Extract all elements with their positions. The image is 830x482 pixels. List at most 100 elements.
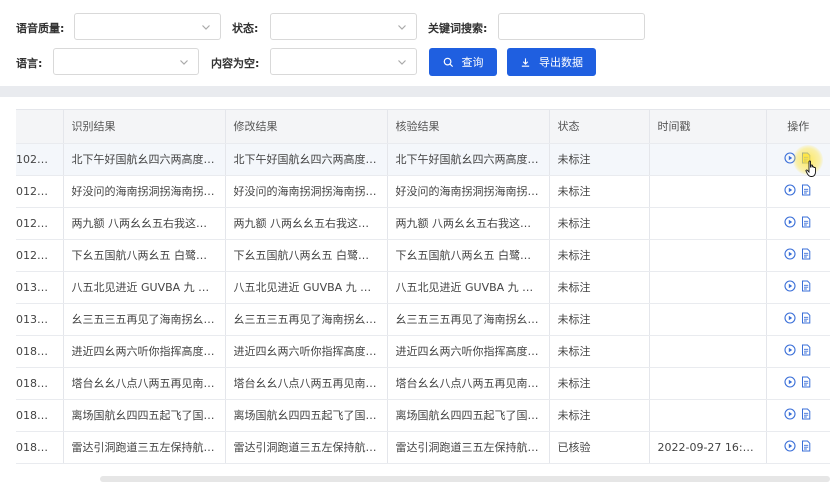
play-button[interactable] xyxy=(784,375,796,388)
table-row[interactable]: 01211… 下幺五国航八两幺五 白鹭八… 下幺五国航八两幺五 白鹭八… 下幺五国航八… xyxy=(16,239,830,272)
column-header-modified: 修改结果 xyxy=(225,110,388,144)
empty-content-select[interactable] xyxy=(270,48,417,75)
play-button[interactable] xyxy=(784,311,796,324)
play-circle-icon xyxy=(784,279,796,292)
edit-button[interactable] xyxy=(800,248,812,260)
table-row[interactable]: 01313… 幺三五三五再见了海南拐幺八… 幺三五三五再见了海南拐幺八… 幺三五三五再… xyxy=(16,303,830,336)
cell-verified: 八五北见进近 GUVBA 九 Zul… xyxy=(387,271,550,304)
play-button[interactable] xyxy=(784,439,796,452)
cell-timestamp xyxy=(649,175,767,208)
cell-modified: 幺三五三五再见了海南拐幺八… xyxy=(225,303,388,336)
keyword-input-field[interactable] xyxy=(499,14,644,39)
table-row[interactable]: 01810… 雷达引洞跑道三五左保持航向… 雷达引洞跑道三五左保持航向… 雷达引洞跑道… xyxy=(16,431,830,464)
chevron-down-icon xyxy=(180,60,188,65)
cell-status: 未标注 xyxy=(549,239,650,272)
cell-actions xyxy=(766,431,830,464)
document-icon xyxy=(802,152,811,163)
cell-recognition: 离场国航幺四四五起飞了国航… xyxy=(63,399,226,432)
cell-status: 未标注 xyxy=(549,143,650,176)
table-header-row: 识别结果 修改结果 核验结果 状态 时间戳 操作 xyxy=(16,110,830,144)
cell-verified: 塔台幺幺八点八两五再见南方… xyxy=(387,367,550,400)
keyword-input[interactable] xyxy=(498,13,645,40)
horizontal-scrollbar[interactable] xyxy=(100,476,830,482)
play-button[interactable] xyxy=(784,247,796,260)
cell-verified: 离场国航幺四四五起飞了国航… xyxy=(387,399,550,432)
cell-timestamp xyxy=(649,207,767,240)
cell-status: 未标注 xyxy=(549,399,650,432)
cell-actions xyxy=(766,271,830,304)
cell-verified: 进近四幺两六听你指挥高度百… xyxy=(387,335,550,368)
cell-actions xyxy=(766,207,830,240)
cell-timestamp xyxy=(649,399,767,432)
edit-button[interactable] xyxy=(800,376,812,388)
document-icon xyxy=(802,184,811,195)
table-row[interactable]: 01811… 塔台幺幺八点八两五再见南方… 塔台幺幺八点八两五再见南方… 塔台幺幺八点… xyxy=(16,367,830,400)
cell-id: 01313… xyxy=(16,303,64,336)
cell-id: 10281… xyxy=(16,143,64,176)
cell-recognition: 雷达引洞跑道三五左保持航向… xyxy=(63,431,226,464)
quality-label: 语音质量: xyxy=(16,22,65,35)
document-icon xyxy=(802,344,811,355)
cell-modified: 离场国航幺四四五起飞了国航… xyxy=(225,399,388,432)
play-button[interactable] xyxy=(784,279,796,292)
cell-timestamp xyxy=(649,271,767,304)
play-button[interactable] xyxy=(784,407,796,420)
play-button[interactable] xyxy=(784,151,796,164)
export-button[interactable]: 导出数据 xyxy=(507,48,596,76)
play-button[interactable] xyxy=(784,215,796,228)
edit-button[interactable] xyxy=(800,184,812,196)
cell-id: 01811… xyxy=(16,335,64,368)
cell-actions xyxy=(766,367,830,400)
chevron-down-icon xyxy=(398,25,406,30)
query-button[interactable]: 查询 xyxy=(429,48,497,76)
cell-modified: 进近四幺两六听你指挥高度百… xyxy=(225,335,388,368)
play-circle-icon xyxy=(784,343,796,356)
table-row[interactable]: 10281… 北下午好国航幺四六两高度下… 北下午好国航幺四六两高度下… 北下午好国航… xyxy=(16,143,830,176)
cell-status: 未标注 xyxy=(549,175,650,208)
edit-button[interactable] xyxy=(800,152,812,164)
filter-panel: 语音质量: 状态: 关键词搜索: 语言: 内容为空: 查询 导出数据 xyxy=(0,0,830,86)
cell-recognition: 北下午好国航幺四六两高度下… xyxy=(63,143,226,176)
cell-recognition: 塔台幺幺八点八两五再见南方… xyxy=(63,367,226,400)
play-button[interactable] xyxy=(784,343,796,356)
table-row[interactable]: 01210… 好没问的海南拐洞拐海南拐三… 好没问的海南拐洞拐海南拐三… 好没问的海南… xyxy=(16,175,830,208)
document-icon xyxy=(802,408,811,419)
table-row[interactable]: 01811… 离场国航幺四四五起飞了国航… 离场国航幺四四五起飞了国航… 离场国航幺四… xyxy=(16,399,830,432)
edit-button[interactable] xyxy=(800,216,812,228)
document-icon xyxy=(802,440,811,451)
cell-verified: 好没问的海南拐洞拐海南拐三… xyxy=(387,175,550,208)
cell-id: 01811… xyxy=(16,399,64,432)
cell-verified: 雷达引洞跑道三五左保持航向… xyxy=(387,431,550,464)
cell-status: 未标注 xyxy=(549,303,650,336)
cell-status: 未标注 xyxy=(549,207,650,240)
chevron-down-icon xyxy=(202,25,210,30)
cell-id: 01811… xyxy=(16,367,64,400)
table-body: 10281… 北下午好国航幺四六两高度下… 北下午好国航幺四六两高度下… 北下午好国航… xyxy=(16,143,830,464)
column-header-actions: 操作 xyxy=(766,110,830,144)
table-row[interactable]: 01313… 八五北见进近 GUVBA 九 Zul… 八五北见进近 GUVBA 九 … xyxy=(16,271,830,304)
cell-verified: 幺三五三五再见了海南拐幺八… xyxy=(387,303,550,336)
cell-modified: 塔台幺幺八点八两五再见南方… xyxy=(225,367,388,400)
export-button-label: 导出数据 xyxy=(539,56,583,69)
cell-timestamp xyxy=(649,335,767,368)
language-select[interactable] xyxy=(53,48,199,75)
cell-modified: 两九额 八两幺幺五右我这个… xyxy=(225,207,388,240)
cell-recognition: 幺三五三五再见了海南拐幺八… xyxy=(63,303,226,336)
table-row[interactable]: 01211… 两九额 八两幺幺五右我这个… 两九额 八两幺幺五右我这个… 两九额 八两… xyxy=(16,207,830,240)
table-row[interactable]: 01811… 进近四幺两六听你指挥高度百… 进近四幺两六听你指挥高度百… 进近四幺两六… xyxy=(16,335,830,368)
cell-recognition: 好没问的海南拐洞拐海南拐三… xyxy=(63,175,226,208)
edit-button[interactable] xyxy=(800,344,812,356)
edit-button[interactable] xyxy=(800,408,812,420)
play-button[interactable] xyxy=(784,183,796,196)
cell-verified: 两九额 八两幺幺五右我这个… xyxy=(387,207,550,240)
query-button-label: 查询 xyxy=(461,56,484,69)
cell-status: 已核验 xyxy=(549,431,650,464)
cell-id: 01313… xyxy=(16,271,64,304)
edit-button[interactable] xyxy=(800,440,812,452)
edit-button[interactable] xyxy=(800,280,812,292)
cell-id: 01810… xyxy=(16,431,64,464)
document-icon xyxy=(802,376,811,387)
status-select[interactable] xyxy=(270,13,417,40)
edit-button[interactable] xyxy=(800,312,812,324)
quality-select[interactable] xyxy=(74,13,221,40)
